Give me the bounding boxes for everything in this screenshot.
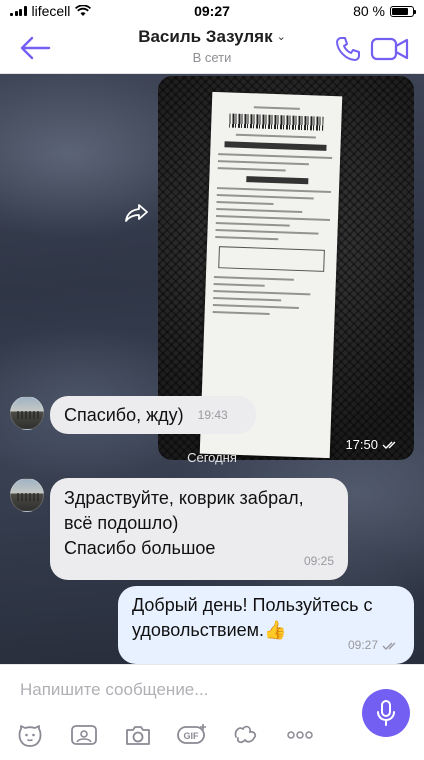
more-button[interactable] xyxy=(284,721,316,749)
contact-name: Василь Зазуляк xyxy=(138,27,273,46)
composer: GIF xyxy=(0,664,424,760)
battery-icon xyxy=(390,5,416,17)
voice-message-button[interactable] xyxy=(362,689,410,737)
camera-button[interactable] xyxy=(122,721,154,749)
chat-header: Василь Зазуляк ⌄ В сети xyxy=(0,22,424,74)
video-camera-icon xyxy=(370,37,409,61)
message-line: удовольствием. xyxy=(132,620,265,640)
call-button[interactable] xyxy=(334,35,362,63)
phone-icon xyxy=(336,37,360,61)
wifi-icon xyxy=(75,5,92,16)
carrier-name: lifecell xyxy=(31,3,71,19)
camera-icon xyxy=(126,726,150,745)
message-time: 09:25 xyxy=(303,554,334,568)
date-separator: Сегодня xyxy=(187,450,237,465)
video-call-button[interactable] xyxy=(370,36,410,62)
doodle-button[interactable] xyxy=(68,721,100,749)
thumbs-up-emoji: 👍 xyxy=(264,620,287,640)
battery-group: 80 % xyxy=(353,3,416,19)
message-line: Спасибо большое xyxy=(64,538,216,558)
gif-icon: GIF xyxy=(177,724,206,744)
sticker-icon xyxy=(18,725,42,747)
doodle-icon xyxy=(71,725,97,745)
chevron-down-icon: ⌄ xyxy=(276,31,286,43)
incoming-message[interactable]: Спасибо, жду) 19:43 xyxy=(50,396,256,434)
double-check-icon xyxy=(382,441,396,449)
sticker-button[interactable] xyxy=(14,721,46,749)
more-icon xyxy=(287,731,313,739)
wink-icon xyxy=(234,725,257,744)
message-time: 19:43 xyxy=(197,407,228,422)
clock: 09:27 xyxy=(194,3,230,19)
svg-text:GIF: GIF xyxy=(184,731,200,741)
gif-button[interactable]: GIF xyxy=(176,721,208,749)
avatar[interactable] xyxy=(10,478,44,512)
message-text: Спасибо, жду) xyxy=(64,404,184,425)
message-line: Здраствуйте, коврик забрал, xyxy=(64,488,304,508)
composer-toolbar: GIF xyxy=(14,721,316,749)
status-bar: lifecell 09:27 80 % xyxy=(0,0,424,22)
chat-area[interactable]: 17:50 Спасибо, жду) 19:43 Сегодня Здраст… xyxy=(0,74,424,664)
avatar[interactable] xyxy=(10,396,44,430)
message-input[interactable] xyxy=(20,677,340,703)
wink-button[interactable] xyxy=(230,721,262,749)
double-check-icon xyxy=(382,642,396,650)
message-line: всё подошло) xyxy=(64,513,179,533)
carrier-group: lifecell xyxy=(10,3,92,19)
microphone-icon xyxy=(377,700,395,726)
battery-percent: 80 % xyxy=(353,3,385,19)
message-time: 09:27 xyxy=(348,633,400,658)
message-line: Добрый день! Пользуйтесь с xyxy=(132,595,373,615)
forward-icon xyxy=(125,204,148,222)
signal-icon xyxy=(10,6,27,16)
outgoing-message[interactable]: Добрый день! Пользуйтесь с удовольствием… xyxy=(118,586,414,664)
incoming-message[interactable]: Здраствуйте, коврик забрал, всё подошло)… xyxy=(50,478,348,580)
forward-button[interactable] xyxy=(124,202,150,224)
